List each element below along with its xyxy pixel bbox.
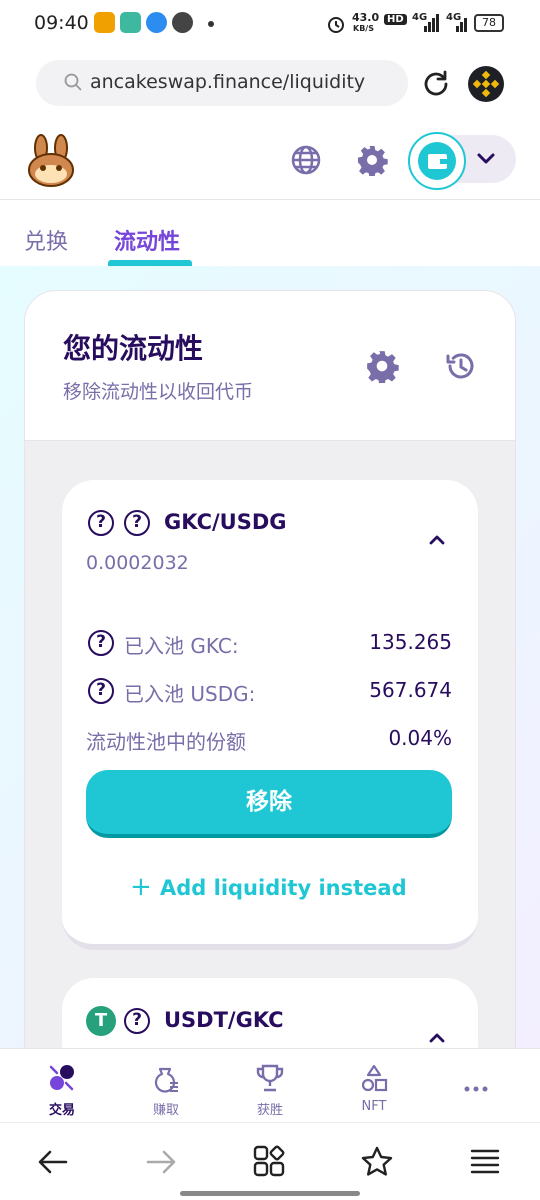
unknown-token-icon: ?	[88, 510, 114, 536]
bookmark-star-icon[interactable]	[360, 1145, 394, 1179]
nft-icon	[361, 1064, 388, 1092]
wechat-notification-icon	[172, 12, 193, 33]
tabs-grid-icon[interactable]	[252, 1145, 286, 1179]
pool-card-gkc-usdg: ? ? GKC/USDG 0.0002032 ? 已入池 GKC: 135.26…	[62, 480, 478, 950]
net-speed-unit: KB/S	[353, 24, 374, 33]
signal-icon-2	[456, 18, 467, 32]
shield-notification-icon	[120, 12, 141, 33]
more-icon	[464, 1086, 488, 1092]
wallet-icon	[418, 142, 456, 180]
pooled-usdg-label: 已入池 USDG:	[124, 682, 256, 706]
unknown-token-icon: ?	[88, 630, 114, 656]
net-speed: 43.0	[352, 11, 380, 24]
search-icon	[64, 73, 82, 91]
plus-icon: +	[130, 872, 152, 902]
app-bottom-nav: 交易 赚取 获胜 NFT	[0, 1048, 540, 1122]
unknown-token-icon: ?	[124, 510, 150, 536]
chevron-up-icon[interactable]	[426, 1030, 448, 1046]
alarm-icon	[328, 17, 344, 33]
remove-liquidity-button[interactable]: 移除	[86, 770, 452, 838]
nav-win-label: 获胜	[256, 1103, 283, 1118]
usdt-token-icon: T	[86, 1006, 116, 1036]
more-notifications-dot	[208, 21, 214, 27]
pool-pair-name[interactable]: GKC/USDG	[164, 510, 287, 534]
menu-icon[interactable]	[468, 1145, 502, 1179]
trade-icon	[49, 1065, 74, 1091]
browser-toolbar	[0, 1122, 540, 1200]
pancakeswap-bunny-logo[interactable]	[24, 134, 78, 188]
signal-icon-1	[424, 14, 439, 32]
bnb-extension-icon[interactable]	[468, 66, 504, 102]
nav-earn-label: 赚取	[152, 1103, 179, 1118]
history-icon[interactable]	[443, 349, 477, 383]
status-time: 09:40	[34, 12, 89, 34]
nav-win[interactable]: 获胜	[230, 1049, 310, 1123]
home-indicator[interactable]	[180, 1191, 360, 1196]
reload-icon[interactable]	[418, 66, 454, 102]
unknown-token-icon: ?	[124, 1008, 150, 1034]
settings-gear-icon[interactable]	[356, 144, 388, 176]
hd-badge: HD	[384, 14, 407, 25]
pool-share-label: 流动性池中的份额	[86, 730, 246, 754]
pooled-gkc-value: 135.265	[369, 630, 452, 654]
add-liquidity-label: Add liquidity instead	[160, 876, 407, 900]
trade-tabs: 兑换 流动性	[0, 200, 540, 266]
chevron-up-icon[interactable]	[426, 532, 448, 548]
status-bar: 09:40 43.0 KB/S HD 4G 4G 78	[0, 0, 540, 48]
back-arrow-icon[interactable]	[36, 1145, 70, 1179]
pool-pair-name[interactable]: USDT/GKC	[164, 1008, 284, 1032]
forward-arrow-icon[interactable]	[144, 1145, 178, 1179]
liquidity-card-header: 您的流动性 移除流动性以收回代币	[25, 291, 515, 441]
unknown-token-icon: ?	[88, 678, 114, 704]
tab-swap[interactable]: 兑换	[24, 224, 68, 256]
tab-liquidity[interactable]: 流动性	[114, 224, 180, 256]
pool-lp-amount: 0.0002032	[86, 552, 189, 574]
page-subtitle: 移除流动性以收回代币	[63, 381, 254, 403]
add-liquidity-instead-button[interactable]: + Add liquidity instead	[130, 872, 407, 906]
page-title: 您的流动性	[63, 332, 204, 365]
pooled-gkc-label: 已入池 GKC:	[124, 634, 239, 658]
nav-earn[interactable]: 赚取	[126, 1049, 206, 1123]
browser-notification-icon	[146, 12, 167, 33]
nav-nft[interactable]: NFT	[334, 1049, 414, 1123]
chevron-down-icon[interactable]	[472, 148, 500, 170]
wallet-button[interactable]	[408, 132, 466, 190]
earn-icon	[154, 1067, 178, 1093]
pooled-usdg-value: 567.674	[369, 678, 452, 702]
app-notification-icon	[94, 12, 115, 33]
nav-more[interactable]	[436, 1049, 516, 1123]
address-bar[interactable]: ancakeswap.finance/liquidity	[36, 60, 408, 106]
liquidity-settings-gear-icon[interactable]	[365, 349, 399, 383]
app-header	[0, 122, 540, 200]
nav-nft-label: NFT	[361, 1099, 387, 1114]
pool-share-value: 0.04%	[388, 726, 452, 750]
url-text[interactable]: ancakeswap.finance/liquidity	[90, 71, 365, 93]
battery-indicator: 78	[474, 14, 504, 32]
nav-trade[interactable]: 交易	[22, 1049, 102, 1123]
nav-trade-label: 交易	[48, 1103, 75, 1118]
language-globe-icon[interactable]	[290, 144, 322, 176]
trophy-icon	[256, 1064, 284, 1092]
